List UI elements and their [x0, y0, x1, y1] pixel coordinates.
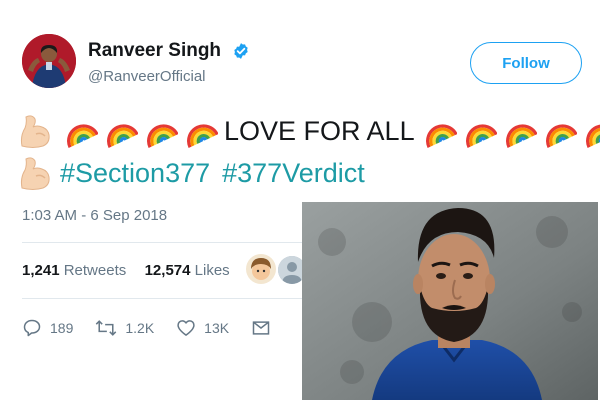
rainbow-icon [180, 112, 219, 150]
envelope-icon [252, 321, 270, 335]
liker-avatar[interactable] [246, 254, 276, 284]
flexed-biceps-icon [16, 112, 60, 150]
likes-count[interactable]: 12,574 [145, 262, 191, 279]
engagement-stats: 1,241 Retweets 12,574 Likes [22, 262, 230, 279]
heart-icon [177, 320, 195, 336]
reply-count: 189 [50, 320, 74, 336]
avatar[interactable] [22, 34, 76, 88]
reply-icon [23, 319, 41, 337]
rainbow-icon [419, 112, 458, 150]
rainbow-icon [60, 112, 99, 150]
verified-badge-icon [232, 42, 250, 60]
retweets-label[interactable]: Retweets [64, 262, 127, 279]
retweet-icon [96, 320, 117, 336]
rainbow-icon [459, 112, 498, 150]
like-action[interactable]: 13K [176, 318, 229, 338]
tweet-timestamp[interactable]: 1:03 AM - 6 Sep 2018 [22, 207, 167, 224]
rainbow-icon [140, 112, 179, 150]
divider [22, 298, 312, 299]
user-handle[interactable]: @RanveerOfficial [88, 68, 250, 85]
retweet-count: 1.2K [125, 320, 155, 336]
tweet-actions: 189 1.2K 13K [22, 315, 301, 341]
tweet-header: Ranveer Singh @RanveerOfficial Follow [22, 34, 582, 94]
rainbow-icon [579, 112, 600, 150]
tweet-text-line-1: LOVE FOR ALL [16, 108, 600, 154]
rainbow-icon [100, 112, 139, 150]
follow-button[interactable]: Follow [470, 42, 582, 84]
message-action[interactable] [251, 318, 279, 338]
rainbow-icon [499, 112, 538, 150]
divider [22, 242, 312, 243]
retweet-action[interactable]: 1.2K [95, 318, 154, 338]
rainbow-icon [539, 112, 578, 150]
hashtag-link[interactable]: #Section377 [60, 158, 210, 189]
hashtag-link[interactable]: #377Verdict [222, 158, 365, 189]
name-block: Ranveer Singh @RanveerOfficial [88, 40, 250, 85]
person-photo [302, 202, 598, 400]
display-name[interactable]: Ranveer Singh [88, 40, 221, 62]
tweet-text: LOVE FOR ALL [224, 115, 415, 146]
like-count: 13K [204, 320, 230, 336]
retweets-count[interactable]: 1,241 [22, 262, 60, 279]
likes-label[interactable]: Likes [195, 262, 230, 279]
flexed-biceps-icon [16, 154, 60, 192]
tweet-text-line-2: #Section377 #377Verdict [16, 152, 377, 194]
reply-action[interactable]: 189 [22, 318, 73, 338]
